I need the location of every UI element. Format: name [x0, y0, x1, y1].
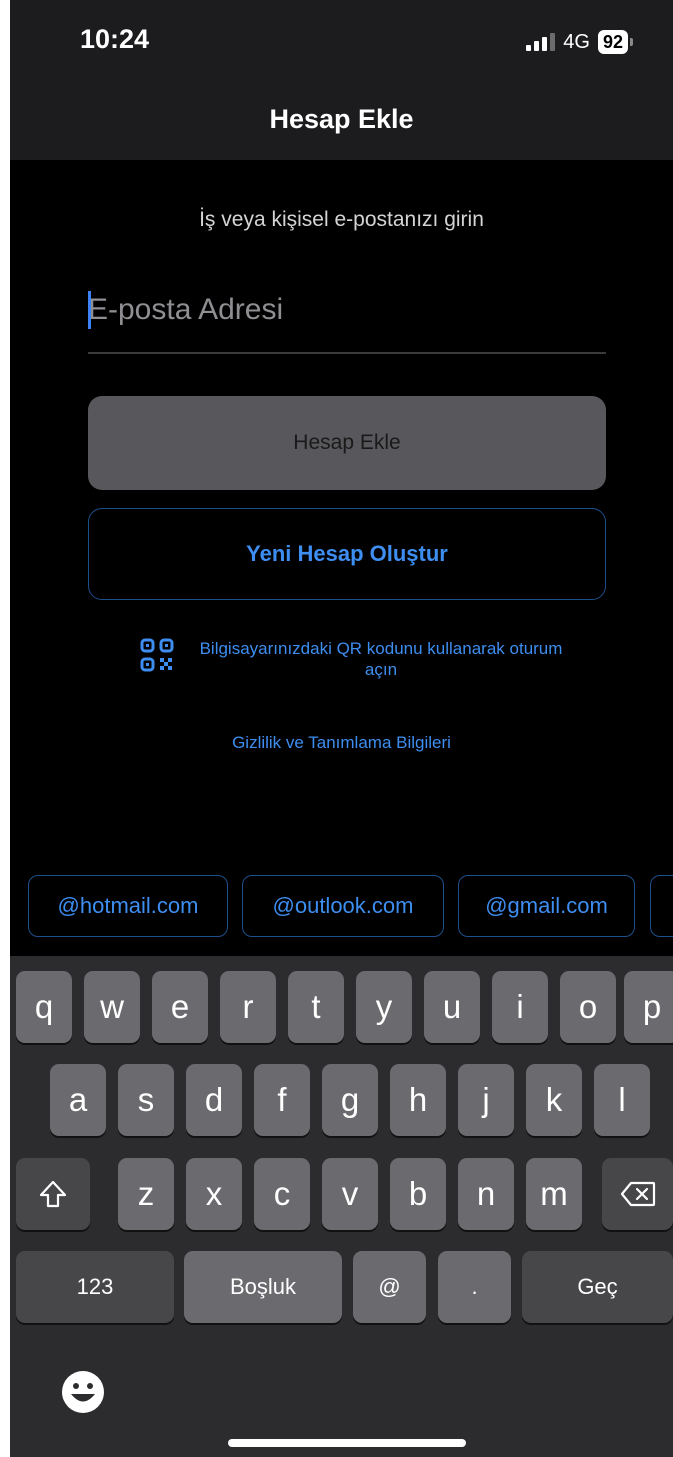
at-key[interactable]: @ [353, 1251, 426, 1323]
home-indicator[interactable] [228, 1439, 466, 1447]
email-field[interactable] [88, 285, 598, 335]
backspace-icon [620, 1181, 655, 1207]
key-v[interactable]: v [322, 1158, 378, 1230]
dot-key[interactable]: . [438, 1251, 511, 1323]
numbers-key[interactable]: 123 [16, 1251, 174, 1323]
qr-sign-in-text: Bilgisayarınızdaki QR kodunu kullanarak … [199, 639, 563, 679]
text-caret [88, 291, 91, 329]
signal-icon [526, 33, 556, 51]
page-title: Hesap Ekle [269, 104, 414, 134]
key-j[interactable]: j [458, 1064, 514, 1136]
key-m[interactable]: m [526, 1158, 582, 1230]
key-e[interactable]: e [152, 971, 208, 1043]
keyboard: q w e r t y u i o p a s d f g h j k l z … [10, 956, 673, 1457]
go-key[interactable]: Geç [522, 1251, 673, 1323]
email-suggestion-bar: @hotmail.com @outlook.com @gmail.com [10, 858, 673, 956]
key-f[interactable]: f [254, 1064, 310, 1136]
qr-sign-in-link[interactable]: Bilgisayarınızdaki QR kodunu kullanarak … [140, 638, 570, 680]
key-a[interactable]: a [50, 1064, 106, 1136]
app-screen: 10:24 4G 92 Hesap Ekle İş veya kişisel e… [10, 0, 673, 1457]
key-k[interactable]: k [526, 1064, 582, 1136]
key-n[interactable]: n [458, 1158, 514, 1230]
key-q[interactable]: q [16, 971, 72, 1043]
add-account-button[interactable]: Hesap Ekle [88, 396, 606, 490]
key-x[interactable]: x [186, 1158, 242, 1230]
key-z[interactable]: z [118, 1158, 174, 1230]
status-right: 4G 92 [526, 30, 633, 54]
top-bar: 10:24 4G 92 Hesap Ekle [10, 0, 673, 160]
email-field-container [88, 285, 606, 354]
create-account-button[interactable]: Yeni Hesap Oluştur [88, 508, 606, 600]
key-p[interactable]: p [624, 971, 673, 1043]
suggestion-gmail[interactable]: @gmail.com [458, 875, 635, 937]
shift-icon [39, 1180, 67, 1208]
battery-tip [630, 38, 633, 46]
network-label: 4G [563, 30, 590, 53]
key-w[interactable]: w [84, 971, 140, 1043]
key-u[interactable]: u [424, 971, 480, 1043]
key-l[interactable]: l [594, 1064, 650, 1136]
key-b[interactable]: b [390, 1158, 446, 1230]
status-time: 10:24 [80, 24, 150, 54]
key-s[interactable]: s [118, 1064, 174, 1136]
qr-code-icon [140, 638, 174, 672]
key-y[interactable]: y [356, 971, 412, 1043]
key-d[interactable]: d [186, 1064, 242, 1136]
instruction-text: İş veya kişisel e-postanızı girin [199, 208, 484, 231]
shift-key[interactable] [16, 1158, 90, 1230]
key-c[interactable]: c [254, 1158, 310, 1230]
suggestion-more[interactable] [650, 875, 673, 937]
privacy-link[interactable]: Gizlilik ve Tanımlama Bilgileri [10, 733, 673, 753]
key-t[interactable]: t [288, 971, 344, 1043]
key-i[interactable]: i [492, 971, 548, 1043]
key-r[interactable]: r [220, 971, 276, 1043]
backspace-key[interactable] [602, 1158, 673, 1230]
key-g[interactable]: g [322, 1064, 378, 1136]
emoji-icon[interactable] [60, 1369, 106, 1415]
space-key[interactable]: Boşluk [184, 1251, 342, 1323]
suggestion-hotmail[interactable]: @hotmail.com [28, 875, 228, 937]
battery-icon: 92 [597, 30, 628, 54]
key-o[interactable]: o [560, 971, 616, 1043]
suggestion-outlook[interactable]: @outlook.com [242, 875, 444, 937]
key-h[interactable]: h [390, 1064, 446, 1136]
